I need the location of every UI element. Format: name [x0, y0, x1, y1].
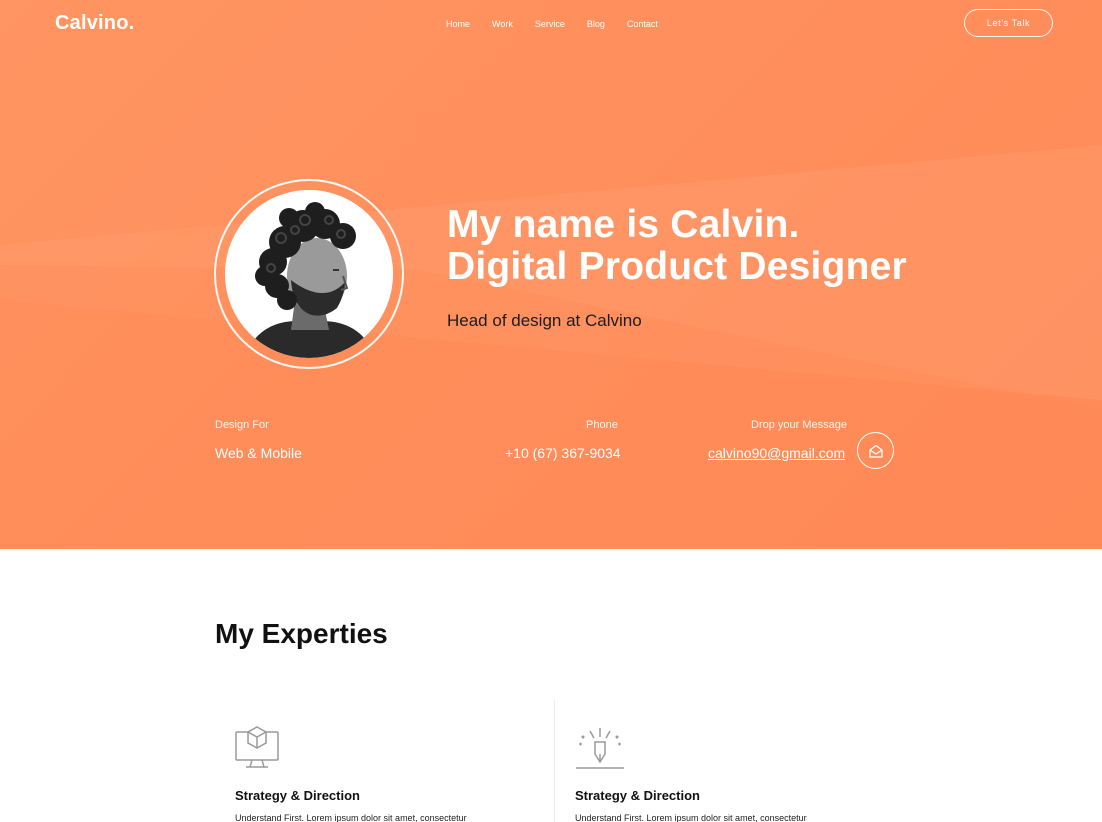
- expertise-title: My Experties: [215, 618, 388, 649]
- hero-title: My name is Calvin. Digital Product Desig…: [447, 204, 907, 288]
- brand-logo[interactable]: Calvino.: [55, 12, 134, 35]
- nav-home[interactable]: Home: [446, 19, 470, 29]
- design-for-label: Design For: [215, 419, 269, 431]
- envelope-open-icon: [868, 444, 883, 458]
- nav-service[interactable]: Service: [535, 19, 565, 29]
- phone-value[interactable]: +10 (67) 367-9034: [505, 445, 621, 461]
- message-label: Drop your Message: [751, 419, 847, 431]
- email-link[interactable]: calvino90@gmail.com: [708, 445, 845, 461]
- card-1-text: Understand First. Lorem ipsum dolor sit …: [235, 813, 467, 822]
- hero-title-line-1: My name is Calvin.: [447, 203, 800, 246]
- main-nav: Home Work Service Blog Contact: [446, 19, 680, 29]
- card-2-text: Understand First. Lorem ipsum dolor sit …: [575, 813, 807, 822]
- nav-contact[interactable]: Contact: [627, 19, 658, 29]
- hero-title-line-2: Digital Product Designer: [447, 245, 907, 288]
- portrait-image: [225, 190, 393, 358]
- design-for-value: Web & Mobile: [215, 445, 302, 461]
- monitor-cube-icon: [235, 726, 279, 768]
- send-message-button[interactable]: [857, 432, 894, 469]
- avatar-ring: [214, 179, 404, 369]
- lets-talk-button[interactable]: Let’s Talk: [964, 9, 1053, 37]
- pen-sparkle-icon: [576, 728, 624, 769]
- card-1-title: Strategy & Direction: [235, 788, 360, 803]
- card-divider: [554, 700, 555, 822]
- hero-section: Calvino. Home Work Service Blog Contact …: [0, 0, 1102, 549]
- card-2-title: Strategy & Direction: [575, 788, 700, 803]
- avatar: [225, 190, 393, 358]
- phone-label: Phone: [586, 419, 618, 431]
- nav-work[interactable]: Work: [492, 19, 513, 29]
- nav-blog[interactable]: Blog: [587, 19, 605, 29]
- hero-subtitle: Head of design at Calvino: [447, 311, 642, 330]
